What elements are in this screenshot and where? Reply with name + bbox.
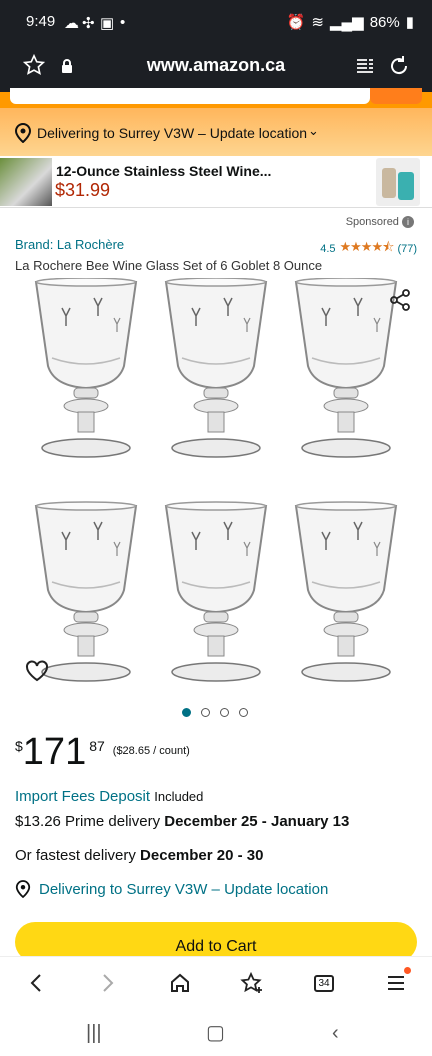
glass-goblet [34,501,138,682]
rating-value: 4.5 [320,243,336,255]
prime-delivery-dates: December 25 - January 13 [164,813,350,830]
battery-level: 86% [369,13,400,31]
product-title: La Rochere Bee Wine Glass Set of 6 Goble… [15,258,323,273]
price-symbol: $ [15,738,23,754]
price-block: $ 171 87 ($28.65 / count) [15,730,190,774]
price-fraction: 87 [89,738,105,754]
sponsored-text: Sponsored [345,216,399,228]
ad-price: $31.99 [55,180,111,200]
system-nav-bar: ||| ▢ ‹ [0,1006,432,1056]
alarm-icon: ⏰ [286,14,306,31]
home-icon [171,973,189,992]
home-button[interactable] [166,969,194,997]
chevron-down-icon: ⌄ [308,123,319,138]
back-button[interactable] [22,969,50,997]
tumbler-image-icon [382,168,414,200]
import-fees: Import Fees Deposit Included [15,788,203,805]
home-system-icon[interactable]: ▢ [206,1020,225,1045]
rating-summary[interactable]: 4.5 ★★★★⯪ (77) [320,238,417,260]
info-icon[interactable]: i [402,216,414,228]
back-system-icon[interactable]: ‹ [332,1022,339,1045]
menu-button[interactable] [382,967,411,997]
glass-goblet [294,501,398,682]
dot-icon: • [120,14,126,31]
browser-url-bar: www.amazon.ca [0,44,432,88]
forward-button[interactable] [94,969,122,997]
tabs-icon: 34 [314,974,334,992]
bookmark-star-icon [240,972,262,993]
location-pin-icon [15,880,31,898]
fastest-delivery: Or fastest delivery December 20 - 30 [15,847,263,864]
ad-product-image[interactable] [0,158,52,206]
search-bar-partial [0,88,432,108]
image-icon: ▣ [100,15,115,32]
gallery-dot[interactable] [182,708,191,717]
chevron-left-icon [30,974,41,992]
status-bar: 9:49 ☁ ✣ ▣ • ⏰ ≋ ▂▄▆ 86% ▮ [0,0,432,44]
cloud-icon: ☁ [64,15,79,32]
gallery-dot[interactable] [220,708,229,717]
ad-title[interactable]: 12-Ounce Stainless Steel Wine... [56,163,271,179]
delivery-location-text: Delivering to Surrey V3W – Update locati… [39,880,329,898]
sponsored-ad-banner[interactable]: 12-Ounce Stainless Steel Wine... $31.99 [0,156,432,208]
location-pin-icon [14,123,32,143]
fastest-delivery-prefix: Or fastest delivery [15,847,141,864]
star-rating-icon: ★★★★⯪ [339,239,395,254]
review-count: (77) [397,243,417,255]
product-image[interactable] [0,277,432,706]
ad-tumbler-image[interactable] [376,158,420,206]
glass-goblet [164,277,268,458]
chevron-right-icon [103,974,114,992]
product-image-gallery[interactable] [0,277,432,706]
price-whole: 171 [22,731,87,773]
gallery-dot[interactable] [201,708,210,717]
prime-delivery: $13.26 Prime delivery December 25 - Janu… [15,813,349,830]
notification-dot [404,967,411,974]
search-button[interactable] [370,88,422,104]
wifi-icon: ≋ [311,14,324,31]
gallery-dot[interactable] [239,708,248,717]
gallery-pagination[interactable] [182,708,248,717]
import-fees-value: Included [154,789,204,804]
location-banner-text: Delivering to Surrey V3W – Update locati… [37,125,308,141]
prime-delivery-prefix: $13.26 Prime delivery [15,813,165,830]
browser-bottom-nav: 34 [0,956,432,1006]
menu-icon [388,976,404,990]
reader-mode-icon[interactable] [355,56,375,76]
glass-goblet [164,501,268,682]
share-icon[interactable] [388,288,412,312]
glass-goblet [34,277,138,458]
tabs-button[interactable]: 34 [310,969,338,997]
fastest-delivery-dates: December 20 - 30 [140,847,264,864]
signal-icon: ▂▄▆ [330,14,364,31]
glass-goblet [294,277,398,458]
brand-link[interactable]: Brand: La Rochère [15,237,124,252]
location-banner[interactable]: Delivering to Surrey V3W – Update locati… [0,108,432,156]
recent-apps-icon[interactable]: ||| [86,1022,102,1045]
heart-icon[interactable] [25,660,49,682]
sponsored-label[interactable]: Sponsored i [346,216,414,228]
bookmarks-button[interactable] [238,969,266,997]
search-input[interactable] [10,88,370,104]
reload-icon[interactable] [387,54,411,78]
pinwheel-icon: ✣ [82,15,95,32]
battery-icon: ▮ [405,14,414,31]
status-time: 9:49 [26,13,56,30]
import-fees-link[interactable]: Import Fees Deposit [15,788,150,805]
delivery-location-link[interactable]: Delivering to Surrey V3W – Update locati… [15,880,328,898]
unit-price: ($28.65 / count) [112,745,190,757]
